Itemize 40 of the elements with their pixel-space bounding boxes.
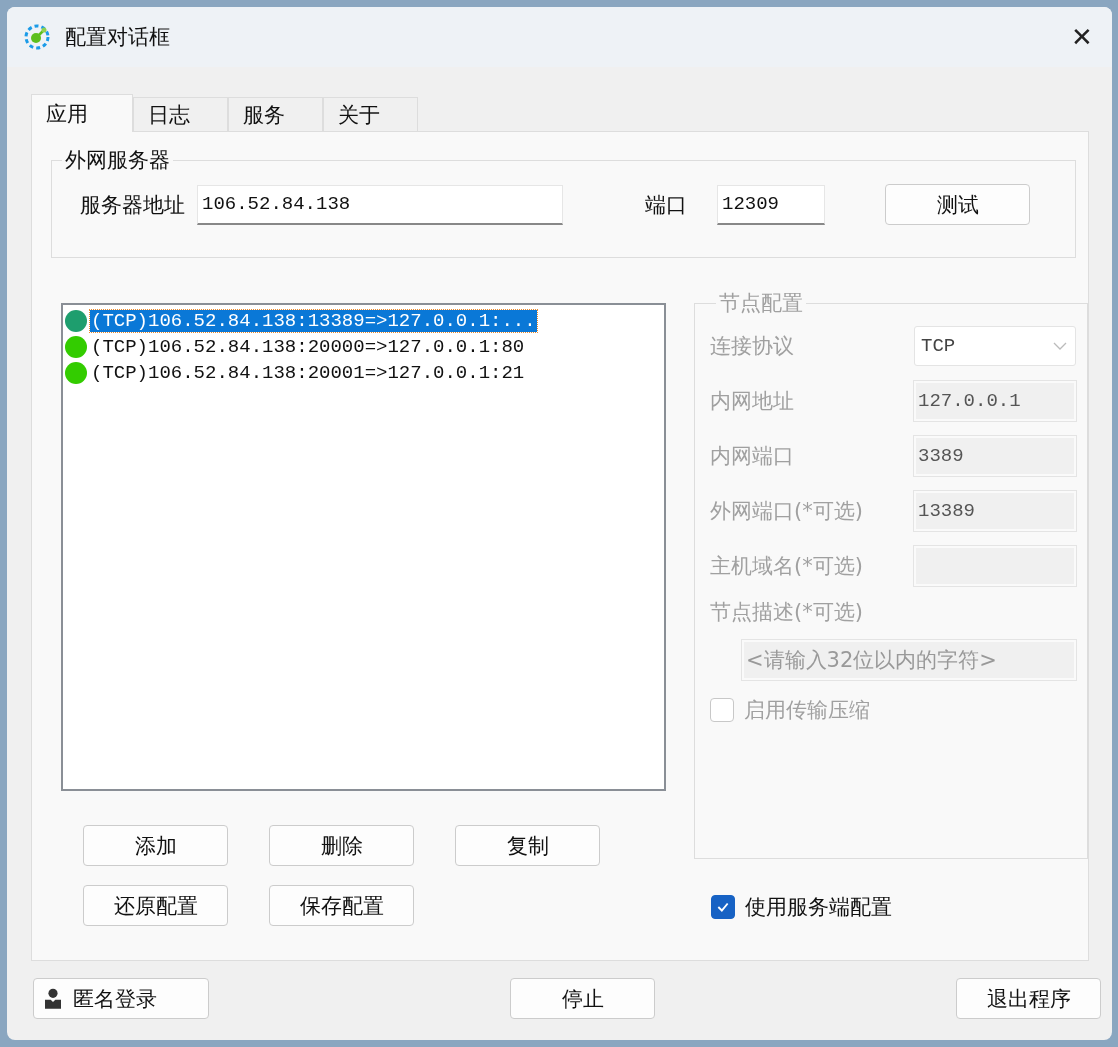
chevron-down-icon [1053,341,1067,350]
stop-button[interactable]: 停止 [510,978,655,1019]
mapping-item[interactable]: (TCP)106.52.84.138:20001=>127.0.0.1:21 [90,362,526,384]
field-label: 外网端口(*可选) [710,497,863,525]
tab[interactable]: 日志 [133,97,228,131]
status-dot-icon [65,310,87,332]
user-icon [45,988,61,1009]
field-label: 连接协议 [710,332,794,360]
status-dot-icon [65,336,87,358]
check-icon [716,900,730,914]
anonymous-login-button[interactable]: 匿名登录 [33,978,209,1019]
port-label: 端口 [645,191,687,219]
action-button[interactable]: 保存配置 [269,885,414,926]
checkbox-label: 启用传输压缩 [744,697,870,724]
dropdown-value: TCP [921,334,956,357]
tab[interactable]: 服务 [228,97,323,131]
field-label: 主机域名(*可选) [710,552,863,580]
group-title: 外网服务器 [64,147,171,174]
action-button[interactable]: 复制 [455,825,600,866]
tab[interactable]: 应用 [31,94,133,132]
action-button[interactable]: 还原配置 [83,885,228,926]
port-field[interactable]: 12309 [717,184,825,225]
action-button[interactable]: 删除 [269,825,414,866]
mapping-item[interactable]: (TCP)106.52.84.138:13389=>127.0.0.1:... [90,310,537,332]
field-label: 内网地址 [710,387,794,415]
window-title: 配置对话框 [65,24,171,51]
action-button[interactable]: 添加 [83,825,228,866]
server-address-field[interactable]: 106.52.84.138 [197,184,563,225]
server-address-label: 服务器地址 [80,191,185,219]
mapping-item[interactable]: (TCP)106.52.84.138:20000=>127.0.0.1:80 [90,336,526,358]
checkbox-label: 使用服务端配置 [745,894,892,921]
group-title: 节点配置 [718,290,804,317]
close-button[interactable]: ✕ [1052,7,1112,67]
field-label: 内网端口 [710,442,794,470]
checkbox[interactable] [711,895,735,919]
field-label: 节点描述(*可选) [710,599,864,626]
status-dot-icon [65,362,87,384]
exit-button[interactable]: 退出程序 [956,978,1101,1019]
tab[interactable]: 关于 [323,97,418,131]
test-button[interactable]: 测试 [885,184,1030,225]
